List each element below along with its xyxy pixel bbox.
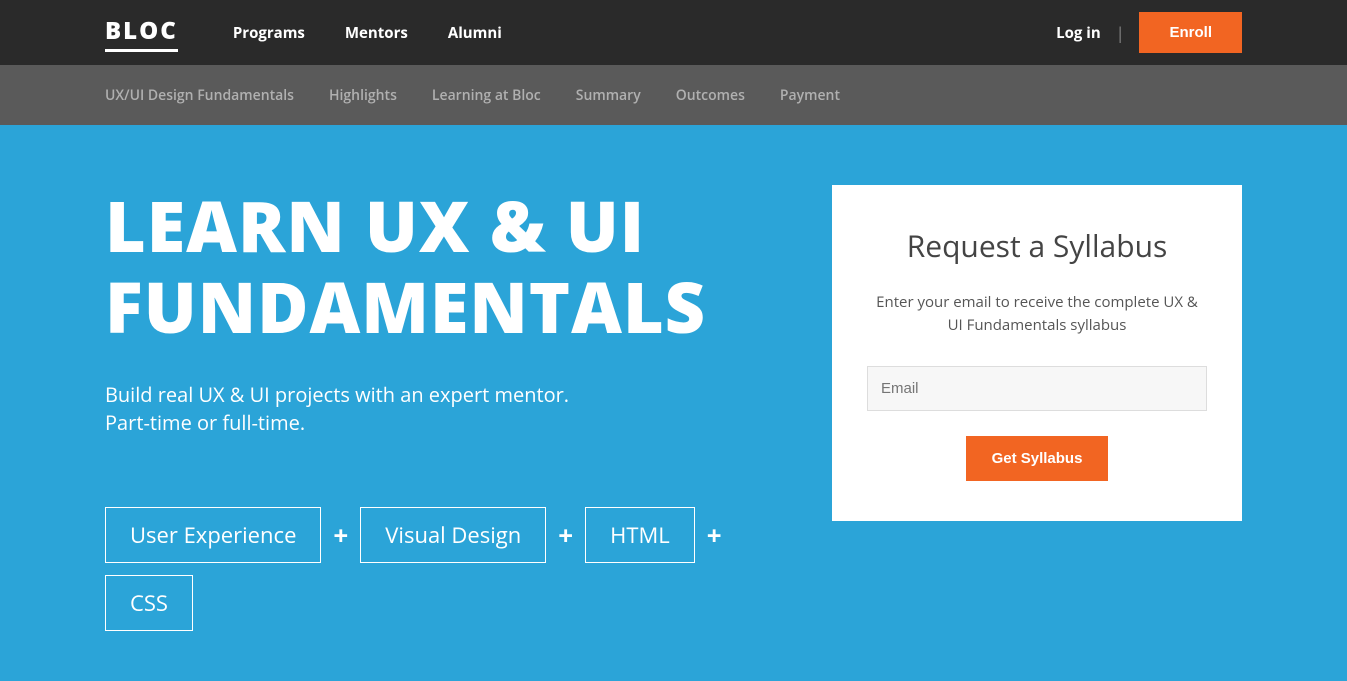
tab-highlights[interactable]: Highlights <box>329 86 397 105</box>
topic-html: HTML <box>585 507 695 563</box>
top-nav: BLOC Programs Mentors Alumni Log in | En… <box>0 0 1347 65</box>
hero-title: LEARN UX & UI FUNDAMENTALS <box>105 185 802 346</box>
login-link[interactable]: Log in <box>1056 23 1101 43</box>
topics-row: User Experience + Visual Design + HTML +… <box>105 507 802 631</box>
logo[interactable]: BLOC <box>105 14 178 52</box>
hero-section: LEARN UX & UI FUNDAMENTALS Build real UX… <box>0 125 1347 681</box>
plus-icon: + <box>558 517 573 553</box>
nav-alumni[interactable]: Alumni <box>448 23 502 43</box>
card-title: Request a Syllabus <box>867 225 1207 266</box>
hero-subtitle: Build real UX & UI projects with an expe… <box>105 381 802 437</box>
nav-programs[interactable]: Programs <box>233 23 305 43</box>
card-description: Enter your email to receive the complete… <box>867 291 1207 336</box>
topic-css: CSS <box>105 575 193 631</box>
tab-learning[interactable]: Learning at Bloc <box>432 86 541 105</box>
nav-mentors[interactable]: Mentors <box>345 23 408 43</box>
email-field[interactable] <box>867 366 1207 411</box>
hero-sub-line1: Build real UX & UI projects with an expe… <box>105 381 569 408</box>
tab-summary[interactable]: Summary <box>576 86 641 105</box>
hero-sub-line2: Part-time or full-time. <box>105 409 305 436</box>
syllabus-card: Request a Syllabus Enter your email to r… <box>832 185 1242 521</box>
hero-content: LEARN UX & UI FUNDAMENTALS Build real UX… <box>105 185 802 631</box>
enroll-button[interactable]: Enroll <box>1139 12 1242 53</box>
topic-ux: User Experience <box>105 507 321 563</box>
plus-icon: + <box>333 517 348 553</box>
nav-right: Log in | Enroll <box>1056 12 1242 53</box>
nav-divider: | <box>1116 22 1125 44</box>
get-syllabus-button[interactable]: Get Syllabus <box>966 436 1109 481</box>
plus-icon: + <box>707 517 722 553</box>
tab-outcomes[interactable]: Outcomes <box>676 86 745 105</box>
tab-payment[interactable]: Payment <box>780 86 840 105</box>
tab-fundamentals[interactable]: UX/UI Design Fundamentals <box>105 86 294 105</box>
topic-visual-design: Visual Design <box>360 507 546 563</box>
nav-links: Programs Mentors Alumni <box>233 23 502 43</box>
sub-nav: UX/UI Design Fundamentals Highlights Lea… <box>0 65 1347 125</box>
